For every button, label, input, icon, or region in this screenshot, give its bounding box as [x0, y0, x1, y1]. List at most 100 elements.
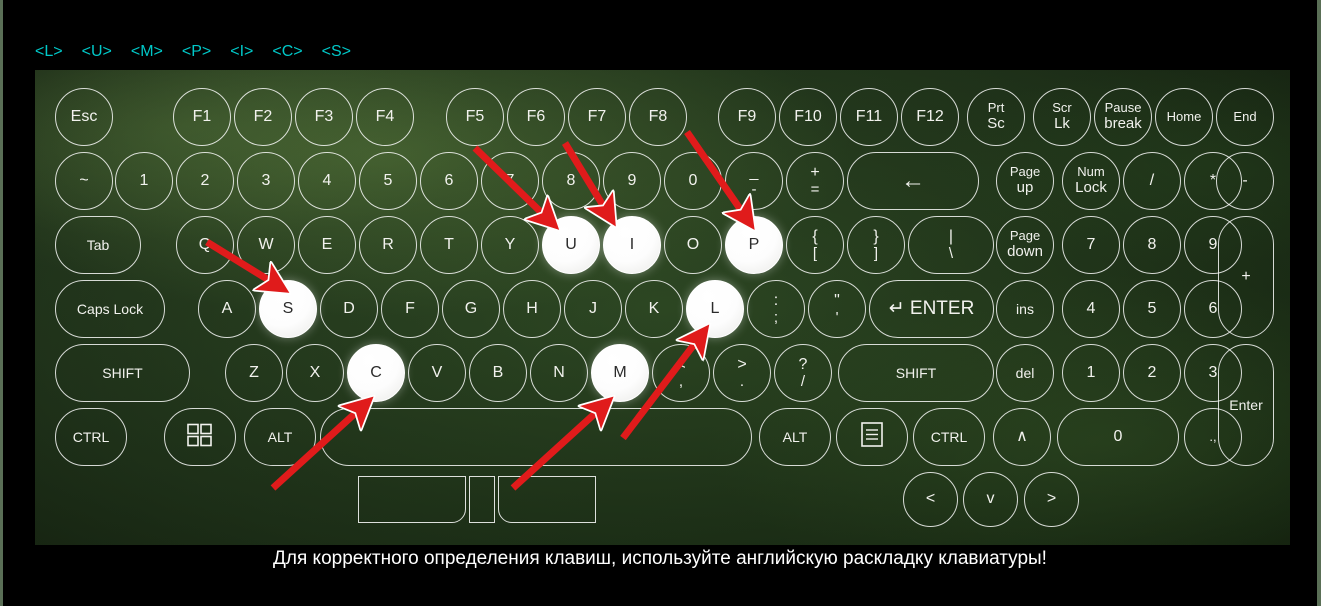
- key-m[interactable]: M: [591, 344, 649, 402]
- key-2[interactable]: 2: [176, 152, 234, 210]
- key-numpad-minus[interactable]: -: [1216, 152, 1274, 210]
- key-numpad-6[interactable]: 6: [1184, 280, 1242, 338]
- key-slash[interactable]: ? /: [774, 344, 832, 402]
- key-f7[interactable]: F7: [568, 88, 626, 146]
- key-y[interactable]: Y: [481, 216, 539, 274]
- key-caps-lock[interactable]: Caps Lock: [55, 280, 165, 338]
- key-end[interactable]: End: [1216, 88, 1274, 146]
- key-scroll-lock[interactable]: Scr Lk: [1033, 88, 1091, 146]
- key-quote[interactable]: " ': [808, 280, 866, 338]
- key-f6[interactable]: F6: [507, 88, 565, 146]
- key-pause-break[interactable]: Pause break: [1094, 88, 1152, 146]
- key-t[interactable]: T: [420, 216, 478, 274]
- touchpad-right-button[interactable]: [498, 476, 596, 523]
- key-numpad-8[interactable]: 8: [1123, 216, 1181, 274]
- key-menu[interactable]: [836, 408, 908, 466]
- key-home[interactable]: Home: [1155, 88, 1213, 146]
- key-num-lock[interactable]: Num Lock: [1062, 152, 1120, 210]
- key-6[interactable]: 6: [420, 152, 478, 210]
- key-w[interactable]: W: [237, 216, 295, 274]
- key-page-up[interactable]: Page up: [996, 152, 1054, 210]
- key-i[interactable]: I: [603, 216, 661, 274]
- key-f9[interactable]: F9: [718, 88, 776, 146]
- key-backslash[interactable]: | \: [908, 216, 994, 274]
- key-alt-left[interactable]: ALT: [244, 408, 316, 466]
- key-equals[interactable]: + =: [786, 152, 844, 210]
- key-numpad-divide[interactable]: /: [1123, 152, 1181, 210]
- key-f3[interactable]: F3: [295, 88, 353, 146]
- key-numpad-5[interactable]: 5: [1123, 280, 1181, 338]
- key-p[interactable]: P: [725, 216, 783, 274]
- key-numpad-decimal[interactable]: .,: [1184, 408, 1242, 466]
- key-q[interactable]: Q: [176, 216, 234, 274]
- key-f[interactable]: F: [381, 280, 439, 338]
- key-k[interactable]: K: [625, 280, 683, 338]
- key-numpad-7[interactable]: 7: [1062, 216, 1120, 274]
- key-tilde[interactable]: ~: [55, 152, 113, 210]
- key-f2[interactable]: F2: [234, 88, 292, 146]
- key-n[interactable]: N: [530, 344, 588, 402]
- key-shift-left[interactable]: SHIFT: [55, 344, 190, 402]
- key-g[interactable]: G: [442, 280, 500, 338]
- key-shift-right[interactable]: SHIFT: [838, 344, 994, 402]
- key-z[interactable]: Z: [225, 344, 283, 402]
- key-ctrl-right[interactable]: CTRL: [913, 408, 985, 466]
- key-s[interactable]: S: [259, 280, 317, 338]
- key-alt-right[interactable]: ALT: [759, 408, 831, 466]
- key-semicolon[interactable]: : ;: [747, 280, 805, 338]
- key-numpad-caret[interactable]: ∧: [993, 408, 1051, 466]
- key-esc[interactable]: Esc: [55, 88, 113, 146]
- key-r[interactable]: R: [359, 216, 417, 274]
- key-1[interactable]: 1: [115, 152, 173, 210]
- key-tab[interactable]: Tab: [55, 216, 141, 274]
- key-bracket-right[interactable]: } ]: [847, 216, 905, 274]
- key-o[interactable]: O: [664, 216, 722, 274]
- key-v[interactable]: V: [408, 344, 466, 402]
- key-bracket-left[interactable]: { [: [786, 216, 844, 274]
- key-page-down[interactable]: Page down: [996, 216, 1054, 274]
- key-arrow-down[interactable]: v: [963, 472, 1018, 527]
- key-comma[interactable]: < ,: [652, 344, 710, 402]
- key-numpad-2[interactable]: 2: [1123, 344, 1181, 402]
- key-j[interactable]: J: [564, 280, 622, 338]
- key-f12[interactable]: F12: [901, 88, 959, 146]
- key-f5[interactable]: F5: [446, 88, 504, 146]
- key-f8[interactable]: F8: [629, 88, 687, 146]
- key-space[interactable]: [320, 408, 752, 466]
- key-numpad-4[interactable]: 4: [1062, 280, 1120, 338]
- key-numpad-1[interactable]: 1: [1062, 344, 1120, 402]
- key-f11[interactable]: F11: [840, 88, 898, 146]
- touchpad-middle-button[interactable]: [469, 476, 495, 523]
- key-e[interactable]: E: [298, 216, 356, 274]
- key-d[interactable]: D: [320, 280, 378, 338]
- key-period[interactable]: > .: [713, 344, 771, 402]
- virtual-keyboard[interactable]: Esc F1 F2 F3 F4 F5 F6 F7 F8 F9 F10 F11 F…: [35, 70, 1290, 545]
- key-minus[interactable]: _ -: [725, 152, 783, 210]
- key-backspace[interactable]: ←: [847, 152, 979, 210]
- key-enter[interactable]: ↵ ENTER: [869, 280, 994, 338]
- key-7[interactable]: 7: [481, 152, 539, 210]
- key-0[interactable]: 0: [664, 152, 722, 210]
- key-x[interactable]: X: [286, 344, 344, 402]
- key-h[interactable]: H: [503, 280, 561, 338]
- key-ctrl-left[interactable]: CTRL: [55, 408, 127, 466]
- key-f4[interactable]: F4: [356, 88, 414, 146]
- key-a[interactable]: A: [198, 280, 256, 338]
- key-windows[interactable]: [164, 408, 236, 466]
- key-8[interactable]: 8: [542, 152, 600, 210]
- key-5[interactable]: 5: [359, 152, 417, 210]
- key-3[interactable]: 3: [237, 152, 295, 210]
- key-numpad-0[interactable]: 0: [1057, 408, 1179, 466]
- key-u[interactable]: U: [542, 216, 600, 274]
- key-arrow-right[interactable]: >: [1024, 472, 1079, 527]
- key-numpad-3[interactable]: 3: [1184, 344, 1242, 402]
- key-f1[interactable]: F1: [173, 88, 231, 146]
- touchpad-left-button[interactable]: [358, 476, 466, 523]
- key-c[interactable]: C: [347, 344, 405, 402]
- key-4[interactable]: 4: [298, 152, 356, 210]
- key-9[interactable]: 9: [603, 152, 661, 210]
- key-insert[interactable]: ins: [996, 280, 1054, 338]
- key-delete[interactable]: del: [996, 344, 1054, 402]
- key-f10[interactable]: F10: [779, 88, 837, 146]
- key-print-screen[interactable]: Prt Sc: [967, 88, 1025, 146]
